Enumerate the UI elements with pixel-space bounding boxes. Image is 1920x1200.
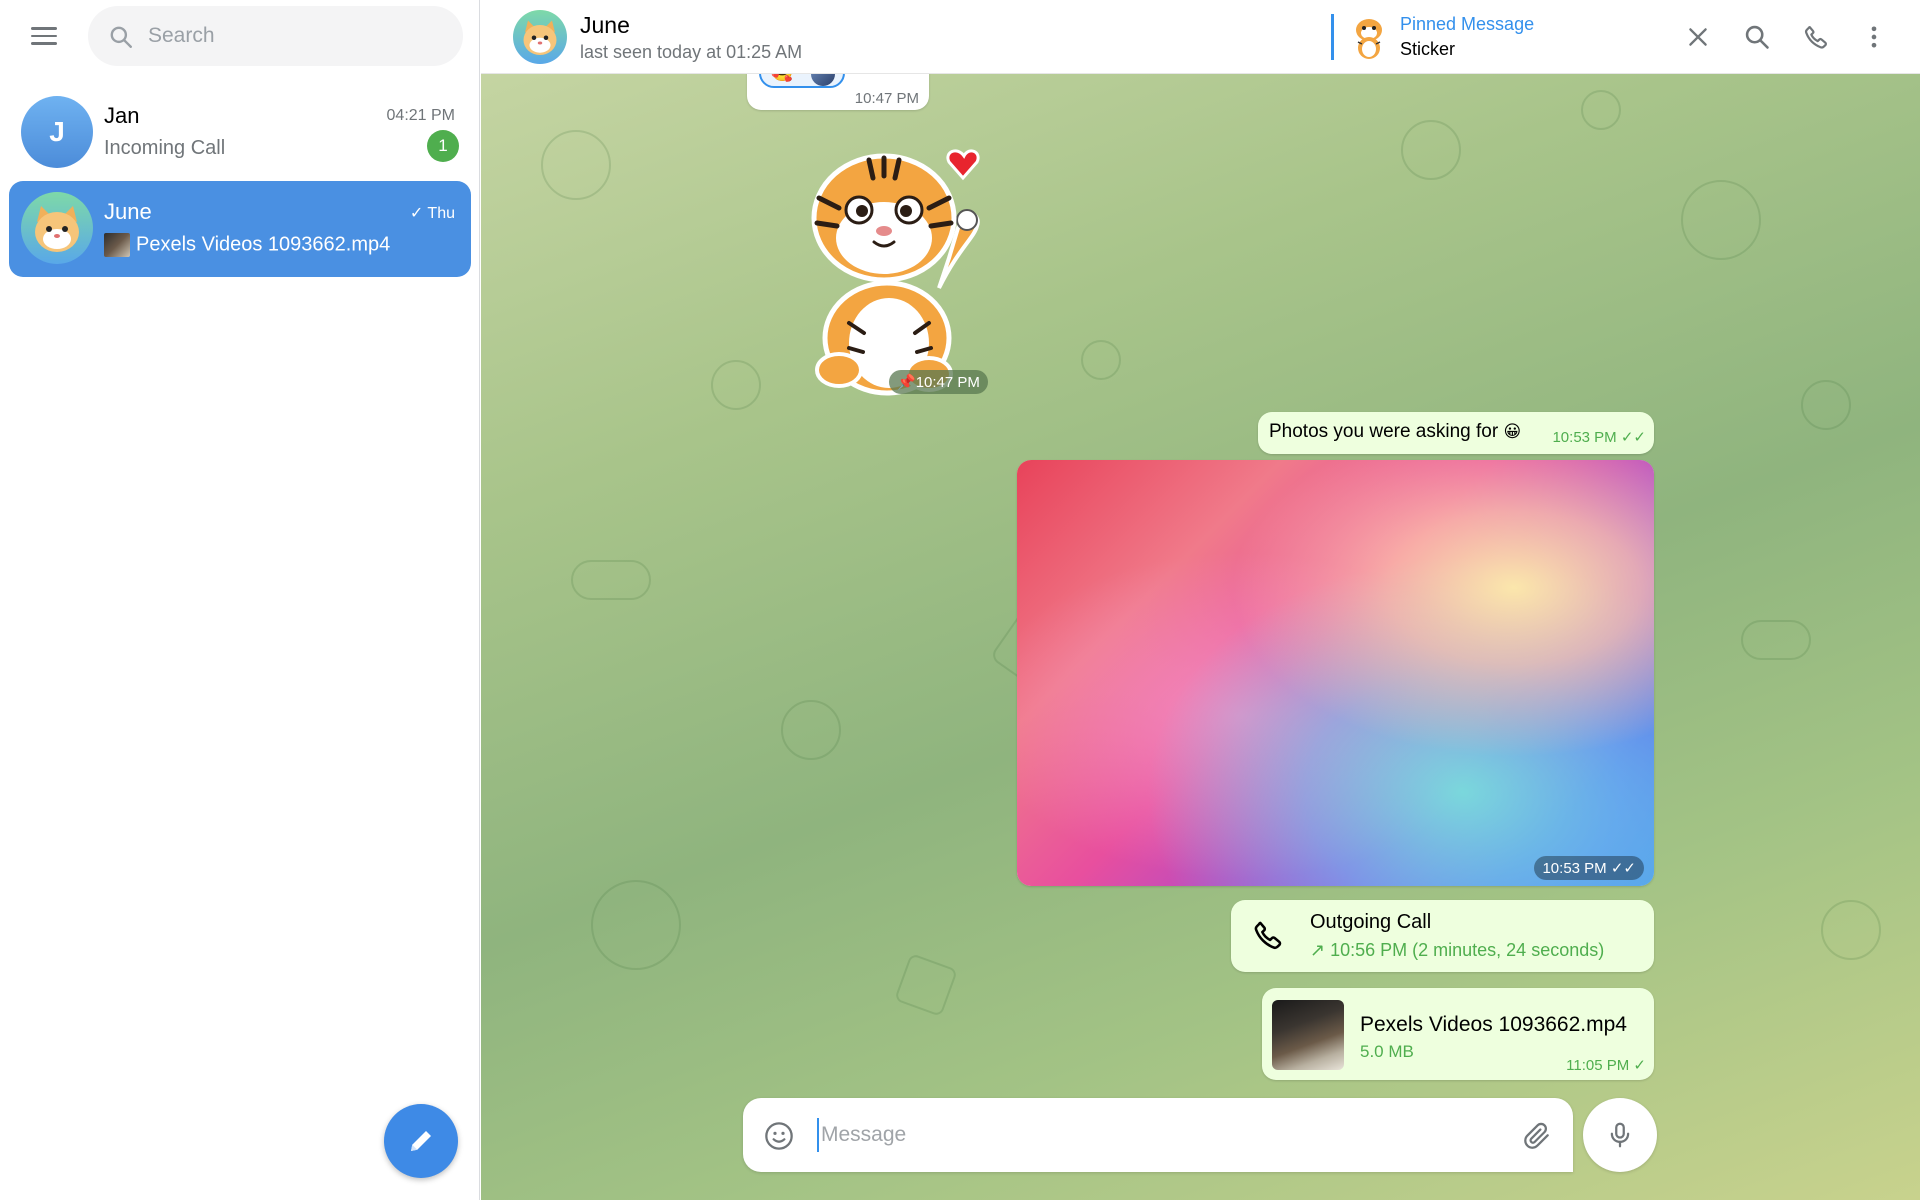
avatar <box>21 192 93 264</box>
chat-name: Jan <box>104 103 140 128</box>
outgoing-photo-message[interactable]: 10:53 PM ✓✓ <box>1017 460 1654 886</box>
more-options-button[interactable] <box>1856 19 1892 55</box>
phone-icon <box>1254 921 1282 950</box>
cat-avatar-icon <box>21 192 93 264</box>
grinning-emoji-icon: 😀 <box>1503 422 1522 441</box>
chat-header: June last seen today at 01:25 AM Pinned … <box>481 0 1920 74</box>
message-time: 11:05 PM ✓ <box>1566 1057 1646 1074</box>
file-size: 5.0 MB <box>1360 1042 1414 1061</box>
pinned-message-title: Pinned Message <box>1400 14 1535 34</box>
pinned-message-bar[interactable]: Pinned Message Sticker <box>1331 14 1534 60</box>
chat-item-jan[interactable]: J Jan 04:21 PM Incoming Call 1 <box>9 85 471 181</box>
message-time: 10:47 PM <box>854 90 919 107</box>
tiger-sticker[interactable]: 📌10:47 PM <box>789 138 999 398</box>
search-icon <box>110 26 132 48</box>
message-time: 10:53 PM ✓✓ <box>1552 429 1646 446</box>
sticker-time: 📌10:47 PM <box>889 370 988 394</box>
chat-time: 04:21 PM <box>386 107 455 124</box>
search-input[interactable] <box>148 24 438 48</box>
search-icon <box>1745 25 1769 49</box>
attach-button[interactable] <box>1521 1120 1553 1152</box>
voice-record-button[interactable] <box>1583 1098 1657 1172</box>
double-check-icon: ✓✓ <box>1610 860 1636 877</box>
menu-button[interactable] <box>24 18 64 54</box>
check-icon: ✓ <box>409 205 428 222</box>
check-icon: ✓ <box>1633 1057 1646 1074</box>
call-title: Outgoing Call <box>1310 911 1432 933</box>
phone-icon <box>1804 25 1827 49</box>
chat-title[interactable]: June <box>580 12 630 39</box>
pin-icon: 📌 <box>897 374 916 391</box>
chat-name: June <box>104 199 152 224</box>
menu-icon <box>31 27 57 30</box>
outgoing-file-message[interactable]: Pexels Videos 1093662.mp4 5.0 MB 11:05 P… <box>1262 988 1654 1080</box>
message-input[interactable] <box>817 1118 1477 1152</box>
new-message-button[interactable] <box>384 1104 458 1178</box>
chat-time: ✓ Thu <box>409 205 455 222</box>
chat-list-sidebar: J Jan 04:21 PM Incoming Call 1 June ✓ Th… <box>0 0 480 1200</box>
pencil-icon <box>411 1131 431 1151</box>
chat-item-june[interactable]: June ✓ Thu Pexels Videos 1093662.mp4 <box>9 181 471 277</box>
close-pinned-button[interactable] <box>1680 19 1716 55</box>
video-thumbnail[interactable] <box>1272 1000 1344 1070</box>
tiger-sticker-thumbnail <box>1356 19 1382 59</box>
pinned-message-text: Sticker <box>1400 39 1456 59</box>
chat-preview: Incoming Call <box>104 137 226 159</box>
outgoing-call-message[interactable]: Outgoing Call ↗ 10:56 PM (2 minutes, 24 … <box>1231 900 1654 972</box>
arrow-up-right-icon: ↗ <box>1310 940 1331 960</box>
close-icon <box>1689 28 1707 46</box>
double-check-icon: ✓✓ <box>1620 429 1646 446</box>
paperclip-icon <box>1524 1122 1549 1149</box>
message-text: Photos you were asking for <box>1269 421 1499 442</box>
search-button[interactable] <box>1739 19 1775 55</box>
call-back-button[interactable] <box>1251 918 1287 954</box>
header-avatar[interactable] <box>513 10 567 64</box>
emoji-button[interactable] <box>763 1120 795 1152</box>
outgoing-text-message[interactable]: Photos you were asking for 😀 10:53 PM ✓✓ <box>1258 412 1654 454</box>
call-detail: ↗ 10:56 PM (2 minutes, 24 seconds) <box>1310 940 1605 960</box>
photo-time: 10:53 PM ✓✓ <box>1534 856 1644 880</box>
message-composer <box>743 1098 1573 1172</box>
microphone-icon <box>1610 1122 1630 1148</box>
chat-preview: Pexels Videos 1093662.mp4 <box>104 233 390 257</box>
search-box <box>88 6 463 66</box>
video-thumbnail <box>104 233 130 257</box>
chat-area: June last seen today at 01:25 AM Pinned … <box>481 0 1920 1200</box>
more-vertical-icon <box>1871 26 1877 48</box>
avatar: J <box>21 96 93 168</box>
unread-badge: 1 <box>427 130 459 162</box>
smile-icon <box>765 1122 793 1150</box>
tiger-sticker-icon <box>811 149 980 396</box>
cat-avatar-icon <box>513 10 567 64</box>
photo-image <box>1017 460 1654 886</box>
call-button[interactable] <box>1798 19 1834 55</box>
last-seen-status: last seen today at 01:25 AM <box>580 42 803 62</box>
file-name: Pexels Videos 1093662.mp4 <box>1360 1013 1627 1036</box>
